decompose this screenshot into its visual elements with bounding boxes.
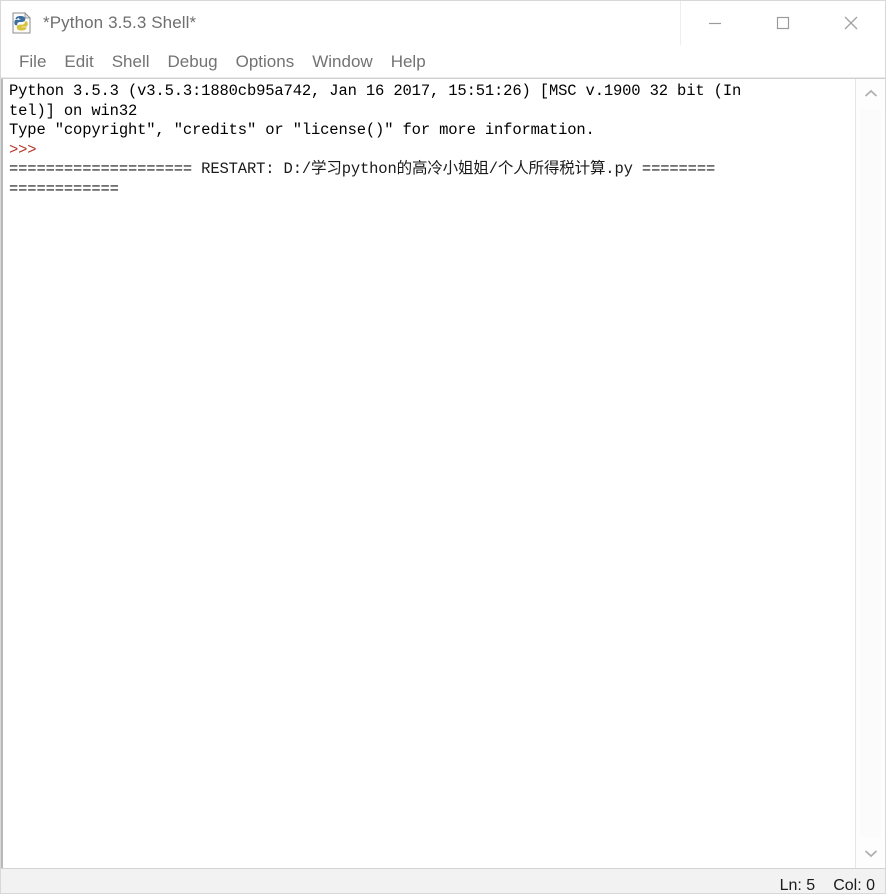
chevron-down-icon[interactable]: [856, 838, 885, 868]
menu-bar: File Edit Shell Debug Options Window Hel…: [1, 45, 885, 78]
chevron-up-icon[interactable]: [856, 79, 885, 109]
menu-item-debug[interactable]: Debug: [159, 53, 227, 70]
menu-item-edit[interactable]: Edit: [55, 53, 102, 70]
shell-area: Python 3.5.3 (v3.5.3:1880cb95a742, Jan 1…: [1, 78, 885, 868]
vertical-scrollbar[interactable]: [855, 79, 885, 868]
shell-line: Type "copyright", "credits" or "license(…: [9, 121, 595, 139]
shell-restart-line: ==================== RESTART: D:/学习pytho…: [9, 160, 716, 178]
title-bar: *Python 3.5.3 Shell*: [1, 1, 885, 45]
status-line-number: Ln: 5: [779, 876, 816, 894]
title-bar-left: *Python 3.5.3 Shell*: [1, 1, 680, 45]
window-controls: [680, 1, 885, 45]
menu-item-window[interactable]: Window: [303, 53, 381, 70]
python-idle-icon: [9, 10, 35, 36]
shell-text-output[interactable]: Python 3.5.3 (v3.5.3:1880cb95a742, Jan 1…: [1, 79, 855, 868]
shell-prompt: >>>: [9, 140, 37, 159]
menu-item-options[interactable]: Options: [227, 53, 304, 70]
window-title: *Python 3.5.3 Shell*: [43, 13, 197, 32]
scrollbar-track[interactable]: [860, 109, 881, 838]
minimize-button[interactable]: [681, 1, 749, 45]
status-column-number: Col: 0: [833, 876, 875, 894]
menu-item-shell[interactable]: Shell: [103, 53, 159, 70]
shell-line: Python 3.5.3 (v3.5.3:1880cb95a742, Jan 1…: [9, 82, 742, 100]
close-button[interactable]: [817, 1, 885, 45]
shell-restart-line-wrap: ============: [9, 179, 119, 198]
menu-item-file[interactable]: File: [10, 53, 55, 70]
maximize-button[interactable]: [749, 1, 817, 45]
shell-line: tel)] on win32: [9, 101, 138, 120]
menu-item-help[interactable]: Help: [382, 53, 435, 70]
status-bar: Ln: 5 Col: 0: [1, 868, 885, 894]
idle-shell-window: *Python 3.5.3 Shell* File Edit Shell Deb…: [0, 0, 886, 894]
